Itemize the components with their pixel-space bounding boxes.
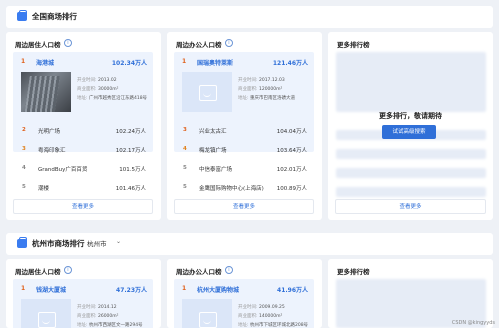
- top-ranked-mall[interactable]: 1 杭州大厦购物城 41.96万人 开业时间: 2009.09.25 商业面积:…: [174, 279, 314, 328]
- mall-name[interactable]: 钱湖大厦城: [36, 285, 66, 294]
- view-more-button[interactable]: 查看更多: [13, 199, 153, 214]
- info-icon[interactable]: i: [225, 39, 233, 47]
- business-area: 商业面积: 120000m²: [238, 87, 283, 92]
- image-placeholder: [182, 299, 232, 328]
- address: 地址: 广州市越秀区沿江东路418号: [77, 96, 148, 101]
- population-value: 121.46万人: [272, 60, 308, 67]
- section-header-national: 全国商场排行: [6, 6, 493, 28]
- residential-ranking-card: 周边居住人口榜 i 1 钱湖大厦城 47.23万人 开业时间: 2014.12 …: [6, 259, 161, 328]
- card-title: 周边居住人口榜: [15, 41, 61, 49]
- population-value: 41.96万人: [277, 287, 308, 294]
- advanced-search-button[interactable]: 试试高级搜索: [382, 125, 436, 139]
- watermark: CSDN @kingyyds: [451, 320, 495, 326]
- info-icon[interactable]: i: [64, 266, 72, 274]
- rank-number: 1: [182, 285, 187, 292]
- placeholder-image-icon: [38, 312, 56, 328]
- shopping-bag-icon: [17, 10, 27, 21]
- card-title: 周边办公人口榜: [176, 268, 222, 276]
- rank-number: 1: [21, 285, 26, 292]
- business-area: 商业面积: 30000m²: [77, 87, 119, 92]
- blurred-preview: [336, 149, 486, 159]
- card-title: 更多排行榜: [337, 41, 370, 49]
- list-item[interactable]: 5 中信泰富广场 102.01万人: [181, 165, 307, 177]
- mall-photo: [21, 72, 71, 112]
- mall-name[interactable]: 国瑞奥特莱斯: [197, 58, 233, 67]
- list-item[interactable]: 5 潮楼 101.46万人: [20, 184, 146, 196]
- shopping-bag-icon: [17, 237, 27, 248]
- card-title: 更多排行榜: [337, 268, 370, 276]
- list-item[interactable]: 2 光明广场 102.24万人: [20, 127, 146, 139]
- mall-name[interactable]: 杭州大厦购物城: [197, 285, 239, 294]
- business-area: 商业面积: 26000m²: [77, 314, 119, 319]
- blurred-preview: [336, 168, 486, 178]
- image-placeholder: [21, 299, 71, 328]
- info-icon[interactable]: i: [64, 39, 72, 47]
- list-item[interactable]: 3 兴业太古汇 104.04万人: [181, 127, 307, 139]
- open-time: 开业时间: 2009.09.25: [238, 305, 285, 310]
- open-time: 开业时间: 2013.02: [77, 78, 117, 83]
- placeholder-image-icon: [199, 85, 217, 101]
- section-header-city: 杭州市商场排行 杭州市 ⌄: [6, 233, 493, 255]
- mall-name[interactable]: 海港城: [36, 58, 54, 67]
- population-value: 47.23万人: [116, 287, 147, 294]
- open-time: 开业时间: 2014.12: [77, 305, 117, 310]
- coming-soon-message: 更多排行，敬请期待: [379, 112, 442, 120]
- section-title: 杭州市商场排行: [32, 239, 85, 248]
- list-item[interactable]: 4 GrandBuy广百百货 101.5万人: [20, 165, 146, 177]
- top-ranked-mall[interactable]: 1 钱湖大厦城 47.23万人 开业时间: 2014.12 商业面积: 2600…: [13, 279, 153, 328]
- office-ranking-card: 周边办公人口榜 i 1 国瑞奥特莱斯 121.46万人 开业时间: 2017.1…: [167, 32, 322, 220]
- blurred-preview: [336, 52, 486, 112]
- list-item[interactable]: 4 梅龙镇广场 103.64万人: [181, 146, 307, 158]
- address: 地址: 杭州市下城区环城北路208号: [238, 323, 309, 328]
- more-rankings-card: 更多排行榜: [328, 259, 493, 328]
- card-title: 周边居住人口榜: [15, 268, 61, 276]
- rank-number: 1: [182, 58, 187, 65]
- view-more-button[interactable]: 查看更多: [335, 199, 486, 214]
- address: 地址: 杭州市西湖区文一路294号: [77, 323, 143, 328]
- list-item[interactable]: 3 粤海印象汇 102.17万人: [20, 146, 146, 158]
- rank-number: 1: [21, 58, 26, 65]
- address: 地址: 重庆市巴南区洛碛大道: [238, 96, 295, 101]
- population-value: 102.34万人: [111, 60, 147, 67]
- image-placeholder: [182, 72, 232, 112]
- office-ranking-card: 周边办公人口榜 i 1 杭州大厦购物城 41.96万人 开业时间: 2009.0…: [167, 259, 322, 328]
- city-select[interactable]: 杭州市: [87, 238, 107, 248]
- view-more-button[interactable]: 查看更多: [174, 199, 314, 214]
- chevron-down-icon[interactable]: ⌄: [116, 238, 121, 245]
- blurred-preview: [336, 187, 486, 197]
- section-title: 全国商场排行: [32, 12, 77, 21]
- more-rankings-card: 更多排行榜 更多排行，敬请期待 试试高级搜索 查看更多: [328, 32, 493, 220]
- info-icon[interactable]: i: [225, 266, 233, 274]
- residential-ranking-card: 周边居住人口榜 i 1 海港城 102.34万人 开业时间: 2013.02 商…: [6, 32, 161, 220]
- business-area: 商业面积: 140000m²: [238, 314, 283, 319]
- card-title: 周边办公人口榜: [176, 41, 222, 49]
- placeholder-image-icon: [199, 312, 217, 328]
- open-time: 开业时间: 2017.12.03: [238, 78, 285, 83]
- list-item[interactable]: 5 金鹰国际购物中心(上海店) 100.89万人: [181, 184, 307, 196]
